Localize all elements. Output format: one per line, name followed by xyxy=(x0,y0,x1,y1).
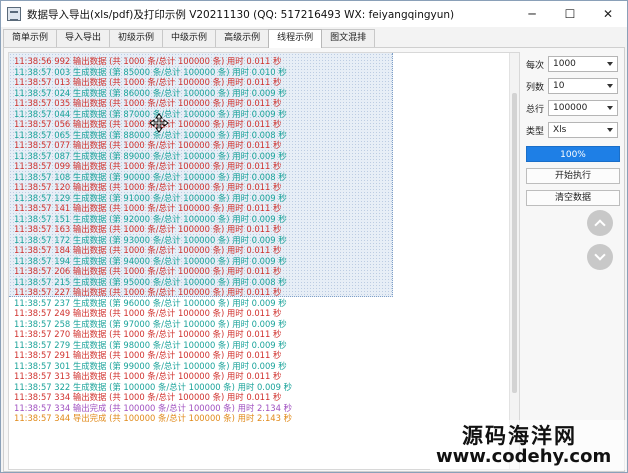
chevron-down-icon xyxy=(594,249,606,261)
log-line: 11:38:57 301 生成数据 (第 99000 条/总计 100000 条… xyxy=(14,360,287,371)
close-button[interactable]: ✕ xyxy=(589,1,627,27)
log-line: 11:38:57 151 生成数据 (第 92000 条/总计 100000 条… xyxy=(14,213,287,224)
progress-bar: 100% xyxy=(526,146,620,162)
log-line: 11:38:57 322 生成数据 (第 100000 条/总计 100000 … xyxy=(14,381,292,392)
window-controls: ─ ☐ ✕ xyxy=(513,1,627,27)
log-view[interactable]: 11:38:56 992 输出数据 (共 1000 条/总计 100000 条)… xyxy=(8,52,520,470)
scroll-down-button[interactable] xyxy=(587,244,613,270)
chevron-down-icon xyxy=(607,84,613,88)
log-line: 11:38:57 024 生成数据 (第 86000 条/总计 100000 条… xyxy=(14,87,287,98)
log-line: 11:38:57 120 输出数据 (共 1000 条/总计 100000 条)… xyxy=(14,182,282,192)
move-cursor-icon xyxy=(149,113,169,133)
log-line: 11:38:57 003 生成数据 (第 85000 条/总计 100000 条… xyxy=(14,66,287,77)
total-rows-select[interactable]: 100000 xyxy=(548,100,618,116)
tab-intermediate[interactable]: 中级示例 xyxy=(162,29,217,47)
title-bar: 数据导入导出(xls/pdf)及打印示例 V20211130 (QQ: 5172… xyxy=(1,1,627,27)
tab-thread[interactable]: 线程示例 xyxy=(268,29,323,48)
log-line: 11:38:57 013 输出数据 (共 1000 条/总计 100000 条)… xyxy=(14,77,282,87)
select-value: Xls xyxy=(553,125,567,135)
log-line: 11:38:57 163 输出数据 (共 1000 条/总计 100000 条)… xyxy=(14,224,282,234)
field-columns: 列数 10 xyxy=(526,78,622,94)
log-line: 11:38:57 215 生成数据 (第 95000 条/总计 100000 条… xyxy=(14,276,287,287)
select-value: 100000 xyxy=(553,103,588,113)
scroll-up-button[interactable] xyxy=(587,210,613,236)
chevron-down-icon xyxy=(607,106,613,110)
log-line: 11:38:57 035 输出数据 (共 1000 条/总计 100000 条)… xyxy=(14,98,282,108)
field-total-rows: 总行 100000 xyxy=(526,100,622,116)
log-scrollbar-thumb[interactable] xyxy=(512,93,517,393)
tab-advanced[interactable]: 高级示例 xyxy=(215,29,270,47)
per-batch-select[interactable]: 1000 xyxy=(548,56,618,72)
log-line: 11:38:57 249 输出数据 (共 1000 条/总计 100000 条)… xyxy=(14,308,282,318)
log-line: 11:38:57 141 输出数据 (共 1000 条/总计 100000 条)… xyxy=(14,203,282,213)
log-line: 11:38:57 227 输出数据 (共 1000 条/总计 100000 条)… xyxy=(14,287,282,297)
type-select[interactable]: Xls xyxy=(548,122,618,138)
field-label: 列数 xyxy=(526,82,545,93)
log-line: 11:38:56 992 输出数据 (共 1000 条/总计 100000 条)… xyxy=(14,56,282,66)
field-label: 每次 xyxy=(526,60,545,71)
tab-bar: 简单示例 导入导出 初级示例 中级示例 高级示例 线程示例 图文混排 xyxy=(3,29,376,48)
log-line: 11:38:57 099 输出数据 (共 1000 条/总计 100000 条)… xyxy=(14,161,282,171)
watermark: 源码海洋网 www.codehy.com xyxy=(430,420,626,470)
log-line: 11:38:57 279 生成数据 (第 98000 条/总计 100000 条… xyxy=(14,339,287,350)
app-icon xyxy=(7,7,21,21)
tab-content: 11:38:56 992 输出数据 (共 1000 条/总计 100000 条)… xyxy=(3,47,625,472)
watermark-url: www.codehy.com xyxy=(436,446,612,467)
tab-import-export[interactable]: 导入导出 xyxy=(56,29,111,47)
columns-select[interactable]: 10 xyxy=(548,78,618,94)
log-line: 11:38:57 270 输出数据 (共 1000 条/总计 100000 条)… xyxy=(14,329,282,339)
log-line: 11:38:57 237 生成数据 (第 96000 条/总计 100000 条… xyxy=(14,297,287,308)
tab-mixed[interactable]: 图文混排 xyxy=(321,29,376,47)
log-line: 11:38:57 334 输出数据 (共 1000 条/总计 100000 条)… xyxy=(14,392,282,402)
select-value: 10 xyxy=(553,81,565,91)
select-value: 1000 xyxy=(553,59,576,69)
log-lines: 11:38:56 992 输出数据 (共 1000 条/总计 100000 条)… xyxy=(14,56,292,424)
field-label: 类型 xyxy=(526,126,545,137)
log-line: 11:38:57 291 输出数据 (共 1000 条/总计 100000 条)… xyxy=(14,350,282,360)
field-label: 总行 xyxy=(526,104,545,115)
log-line: 11:38:57 258 生成数据 (第 97000 条/总计 100000 条… xyxy=(14,318,287,329)
start-button[interactable]: 开始执行 xyxy=(526,168,620,184)
minimize-button[interactable]: ─ xyxy=(513,1,551,27)
log-scrollbar[interactable] xyxy=(509,53,519,469)
tab-basic[interactable]: 初级示例 xyxy=(109,29,164,47)
log-line: 11:38:57 313 输出数据 (共 1000 条/总计 100000 条)… xyxy=(14,371,282,381)
log-line: 11:38:57 344 导出完成 (共 100000 条/总计 100000 … xyxy=(14,413,292,423)
log-line: 11:38:57 077 输出数据 (共 1000 条/总计 100000 条)… xyxy=(14,140,282,150)
log-line: 11:38:57 087 生成数据 (第 89000 条/总计 100000 条… xyxy=(14,150,287,161)
chevron-down-icon xyxy=(607,62,613,66)
log-line: 11:38:57 184 输出数据 (共 1000 条/总计 100000 条)… xyxy=(14,245,282,255)
window-title: 数据导入导出(xls/pdf)及打印示例 V20211130 (QQ: 5172… xyxy=(27,8,455,21)
log-line: 11:38:57 129 生成数据 (第 91000 条/总计 100000 条… xyxy=(14,192,287,203)
tab-simple[interactable]: 简单示例 xyxy=(3,29,58,47)
log-line: 11:38:57 108 生成数据 (第 90000 条/总计 100000 条… xyxy=(14,171,287,182)
main-window: 数据导入导出(xls/pdf)及打印示例 V20211130 (QQ: 5172… xyxy=(0,0,628,473)
log-line: 11:38:57 172 生成数据 (第 93000 条/总计 100000 条… xyxy=(14,234,287,245)
field-per-batch: 每次 1000 xyxy=(526,56,622,72)
field-type: 类型 Xls xyxy=(526,122,622,138)
maximize-button[interactable]: ☐ xyxy=(551,1,589,27)
log-line: 11:38:57 334 输出完成 (共 100000 条/总计 100000 … xyxy=(14,402,292,413)
log-line: 11:38:57 206 输出数据 (共 1000 条/总计 100000 条)… xyxy=(14,266,282,276)
chevron-down-icon xyxy=(607,128,613,132)
chevron-up-icon xyxy=(594,219,606,231)
log-line: 11:38:57 194 生成数据 (第 94000 条/总计 100000 条… xyxy=(14,255,287,266)
clear-button[interactable]: 清空数据 xyxy=(526,190,620,206)
